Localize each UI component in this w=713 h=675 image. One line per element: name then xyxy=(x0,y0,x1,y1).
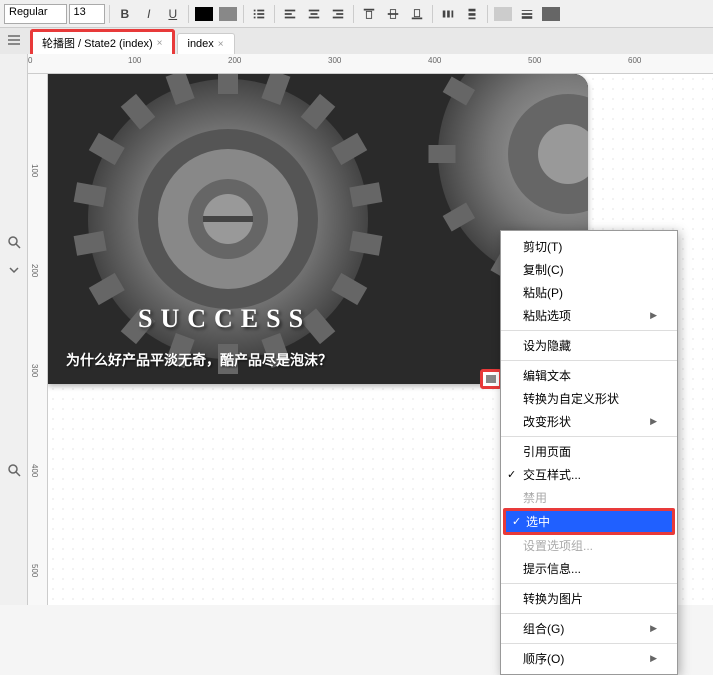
image-text-success: SUCCESS xyxy=(138,304,311,334)
menu-item[interactable]: 设为隐藏 xyxy=(501,334,677,357)
menu-item-label: 剪切(T) xyxy=(523,238,562,255)
line-style-icon[interactable] xyxy=(516,3,538,25)
menu-item[interactable]: 引用页面 xyxy=(501,440,677,463)
selection-handle[interactable] xyxy=(480,369,502,389)
context-menu: 剪切(T)复制(C)粘贴(P)粘贴选项▶设为隐藏编辑文本转换为自定义形状改变形状… xyxy=(500,230,678,675)
menu-item[interactable]: 编辑文本 xyxy=(501,364,677,387)
menu-item-label: 提示信息... xyxy=(523,560,581,577)
menu-item-label: 编辑文本 xyxy=(523,367,571,384)
chevron-right-icon: ▶ xyxy=(650,310,657,321)
align-left-icon[interactable] xyxy=(279,3,301,25)
menu-item: 设置选项组... xyxy=(501,534,677,557)
menu-item-label: 设为隐藏 xyxy=(523,337,571,354)
dropdown-icon[interactable] xyxy=(6,262,22,278)
tab-active[interactable]: 轮播图 / State2 (index) × xyxy=(30,29,175,54)
menu-item[interactable]: 转换为图片 xyxy=(501,587,677,610)
menu-item-label: 组合(G) xyxy=(523,620,564,637)
vertical-ruler: 100 200 300 400 500 xyxy=(28,74,48,605)
menu-item[interactable]: 复制(C) xyxy=(501,258,677,281)
close-icon[interactable]: × xyxy=(218,39,224,50)
font-weight-select[interactable]: Regular xyxy=(4,4,67,24)
menu-item-label: 引用页面 xyxy=(523,443,571,460)
close-icon[interactable]: × xyxy=(157,38,163,49)
menu-item[interactable]: 提示信息... xyxy=(501,557,677,580)
font-size-select[interactable]: 13 xyxy=(69,4,105,24)
menu-item-label: 粘贴选项 xyxy=(523,307,571,324)
italic-button[interactable]: I xyxy=(138,3,160,25)
fill-color-button[interactable] xyxy=(492,3,514,25)
menu-item-label: 复制(C) xyxy=(523,261,564,278)
search-icon[interactable] xyxy=(6,234,22,250)
bg-color-button[interactable] xyxy=(217,3,239,25)
menu-item[interactable]: 组合(G) ▶ xyxy=(501,617,677,640)
distribute-v-icon[interactable] xyxy=(461,3,483,25)
horizontal-ruler: 0 100 200 300 400 500 600 xyxy=(28,54,713,74)
distribute-h-icon[interactable] xyxy=(437,3,459,25)
format-toolbar: Regular 13 B I U xyxy=(0,0,713,28)
search-icon-2[interactable] xyxy=(6,462,22,478)
tab-index[interactable]: index × xyxy=(177,33,235,54)
valign-middle-icon[interactable] xyxy=(382,3,404,25)
menu-item[interactable]: ✓选中 xyxy=(503,508,675,535)
chevron-right-icon: ▶ xyxy=(650,416,657,427)
document-tabs: 轮播图 / State2 (index) × index × xyxy=(0,28,713,54)
menu-item-label: 改变形状 xyxy=(523,413,571,430)
menu-item[interactable]: 顺序(O) ▶ xyxy=(501,647,677,670)
menu-item[interactable]: 剪切(T) xyxy=(501,235,677,258)
tab-list-icon[interactable] xyxy=(6,32,22,48)
menu-item-label: 设置选项组... xyxy=(523,537,593,554)
align-center-icon[interactable] xyxy=(303,3,325,25)
menu-item[interactable]: 粘贴(P) xyxy=(501,281,677,304)
tab-label: index xyxy=(188,38,214,50)
text-color-button[interactable] xyxy=(193,3,215,25)
menu-item-label: 转换为自定义形状 xyxy=(523,390,619,407)
menu-item[interactable]: 粘贴选项 ▶ xyxy=(501,304,677,327)
menu-item[interactable]: 改变形状 ▶ xyxy=(501,410,677,433)
left-gutter xyxy=(0,54,28,605)
menu-item[interactable]: ✓交互样式... xyxy=(501,463,677,486)
menu-item-label: 禁用 xyxy=(523,489,547,506)
menu-item: 禁用 xyxy=(501,486,677,509)
valign-top-icon[interactable] xyxy=(358,3,380,25)
underline-button[interactable]: U xyxy=(162,3,184,25)
chevron-right-icon: ▶ xyxy=(650,623,657,634)
align-right-icon[interactable] xyxy=(327,3,349,25)
menu-item-label: 顺序(O) xyxy=(523,650,564,667)
border-color-button[interactable] xyxy=(540,3,562,25)
chevron-right-icon: ▶ xyxy=(650,653,657,664)
menu-item-label: 交互样式... xyxy=(523,466,581,483)
menu-item-label: 转换为图片 xyxy=(523,590,583,607)
menu-item-label: 粘贴(P) xyxy=(523,284,563,301)
bullet-list-icon[interactable] xyxy=(248,3,270,25)
bold-button[interactable]: B xyxy=(114,3,136,25)
tab-label: 轮播图 / State2 (index) xyxy=(42,35,153,51)
menu-item[interactable]: 转换为自定义形状 xyxy=(501,387,677,410)
menu-item-label: 选中 xyxy=(526,513,550,530)
valign-bottom-icon[interactable] xyxy=(406,3,428,25)
image-caption: 为什么好产品平淡无奇，酷产品尽是泡沫？ xyxy=(66,350,332,370)
